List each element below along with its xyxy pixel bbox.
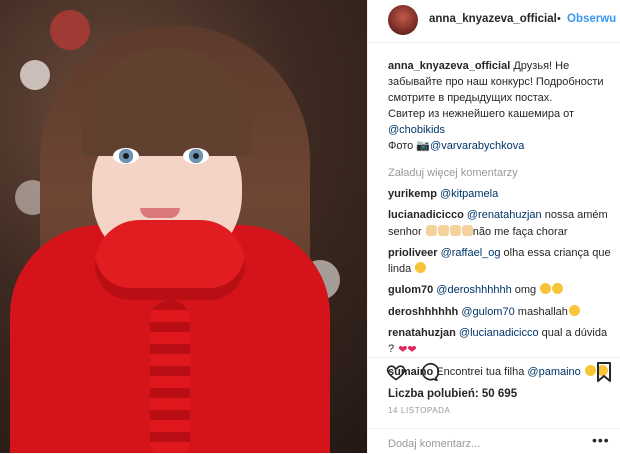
comment-icon[interactable]	[419, 362, 440, 387]
comment-username[interactable]: yurikemp	[388, 188, 437, 200]
heart-eyes-emoji-icon	[415, 262, 427, 274]
caption-username[interactable]: anna_knyazeva_official	[388, 60, 510, 72]
add-comment-bar: Dodaj komentarz... •••	[368, 428, 620, 454]
header-username[interactable]: anna_knyazeva_official	[429, 13, 557, 25]
comment-mention[interactable]: @lucianadicicco	[459, 327, 539, 339]
praying-hands-icon	[449, 224, 461, 236]
comment-text: mashallah	[514, 305, 568, 318]
comment-mention[interactable]: @renatahuzjan	[467, 209, 542, 221]
comment-mention[interactable]: @kitpamela	[440, 188, 498, 200]
camera-icon: 📷	[416, 140, 431, 152]
add-comment-input[interactable]: Dodaj komentarz...	[388, 438, 480, 450]
post-photo[interactable]	[0, 0, 367, 453]
comment: yurikemp @kitpamela	[388, 186, 613, 202]
heart-eyes-emoji-icon	[540, 283, 552, 295]
heart-eyes-emoji-icon	[568, 304, 580, 316]
heart-eyes-emoji-icon	[552, 283, 564, 295]
like-heart-icon[interactable]	[386, 362, 406, 387]
action-bar	[368, 357, 620, 386]
comment-username[interactable]: deroshhhhhh	[388, 306, 458, 318]
load-more-comments[interactable]: Załaduj więcej komentarzy	[388, 167, 518, 179]
likes-count[interactable]: Liczba polubień: 50 695	[388, 388, 517, 400]
comment-username[interactable]: gulom70	[388, 284, 433, 296]
separator-dot: •	[557, 13, 561, 25]
comment-username[interactable]: prioliveer	[388, 247, 438, 259]
comment: gulom70 @deroshhhhhh omg	[388, 282, 613, 298]
comment: renatahuzjan @lucianadicicco qual a dúvi…	[388, 325, 613, 359]
more-options-icon[interactable]: •••	[592, 432, 610, 448]
comment-text: não me faça chorar	[472, 225, 568, 238]
instagram-post: anna_knyazeva_official • Obserwu anna_kn…	[0, 0, 620, 453]
bookmark-icon[interactable]	[596, 362, 612, 387]
comment: deroshhhhhh @gulom70 mashallah	[388, 304, 613, 320]
comment-mention[interactable]: @gulom70	[461, 306, 514, 318]
post-header: anna_knyazeva_official • Obserwu	[368, 0, 620, 43]
avatar[interactable]	[388, 5, 418, 35]
praying-hands-icon	[461, 224, 473, 236]
comment-mention[interactable]: @raffael_og	[441, 247, 501, 259]
comment-mention[interactable]: @deroshhhhhh	[436, 284, 511, 296]
comments-list: yurikemp @kitpamela lucianadicicco @rena…	[388, 186, 613, 385]
caption-text-2: Свитер из нежнейшего кашемира от	[388, 108, 575, 120]
comment-username[interactable]: renatahuzjan	[388, 327, 456, 339]
caption-mention[interactable]: @chobikids	[388, 124, 445, 136]
comment: prioliveer @raffael_og olha essa criança…	[388, 245, 613, 278]
comment: lucianadicicco @renatahuzjan nossa amém …	[388, 207, 613, 240]
post-sidebar: anna_knyazeva_official • Obserwu anna_kn…	[367, 0, 620, 453]
post-caption: anna_knyazeva_official Друзья! Не забыва…	[388, 58, 613, 154]
follow-button[interactable]: Obserwu	[567, 13, 616, 25]
praying-hands-icon	[437, 224, 449, 236]
post-date: 14 LISTOPADA	[388, 406, 451, 415]
comment-text: omg	[511, 284, 540, 297]
caption-photo-label: Фото	[388, 140, 414, 152]
caption-mention[interactable]: @varvarabychkova	[430, 140, 524, 152]
praying-hands-icon	[425, 224, 437, 236]
comment-username[interactable]: lucianadicicco	[388, 209, 464, 221]
